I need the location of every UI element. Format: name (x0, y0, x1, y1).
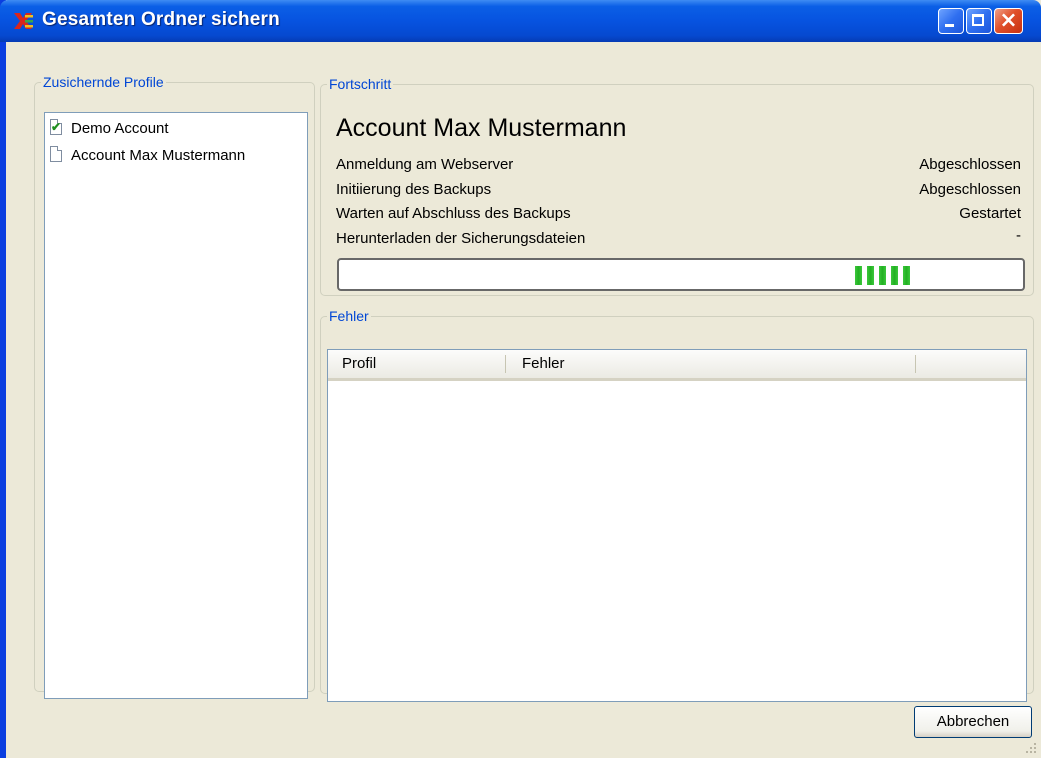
document-icon (49, 146, 65, 164)
progress-block (903, 266, 910, 285)
progress-block (855, 266, 862, 285)
step-status-init: Abgeschlossen (919, 181, 1021, 198)
list-item-label: Account Max Mustermann (71, 146, 246, 164)
close-icon: × (999, 8, 1018, 33)
progress-block (867, 266, 874, 285)
profiles-legend: Zusichernde Profile (43, 74, 164, 90)
step-status-wait: Gestartet (959, 205, 1021, 222)
window-title: Gesamten Ordner sichern (42, 9, 280, 30)
profiles-list[interactable]: ✔ Demo Account Account Max Mustermann (44, 112, 308, 699)
progress-group: Fortschritt Account Max Mustermann Anmel… (320, 76, 1034, 296)
step-label-download: Herunterladen der Sicherungsdateien (336, 230, 586, 247)
column-header-profil[interactable]: Profil (332, 350, 508, 378)
list-item-account-max-mustermann[interactable]: Account Max Mustermann (49, 145, 245, 165)
app-logo-icon (14, 13, 33, 29)
title-bar[interactable]: Gesamten Ordner sichern × (0, 0, 1041, 42)
current-account-title: Account Max Mustermann (336, 114, 627, 142)
errors-group: Fehler Profil Fehler (320, 308, 1034, 702)
column-header-fehler[interactable]: Fehler (512, 350, 912, 378)
backup-window: Gesamten Ordner sichern × Zusichernde Pr… (0, 0, 1041, 758)
step-status-download: - (1016, 227, 1021, 244)
table-header: Profil Fehler (328, 350, 1026, 381)
step-label-login: Anmeldung am Webserver (336, 156, 514, 173)
step-label-wait: Warten auf Abschluss des Backups (336, 205, 571, 222)
step-label-init: Initiierung des Backups (336, 181, 492, 198)
minimize-button[interactable] (938, 8, 964, 34)
progress-legend: Fortschritt (329, 76, 392, 92)
errors-table[interactable]: Profil Fehler (327, 349, 1027, 702)
profiles-group: Zusichernde Profile ✔ Demo Account Accou… (34, 74, 315, 699)
close-button[interactable]: × (994, 8, 1023, 34)
errors-legend: Fehler (329, 308, 369, 324)
column-divider[interactable] (915, 355, 916, 373)
column-divider[interactable] (505, 355, 506, 373)
cancel-button[interactable]: Abbrechen (914, 706, 1032, 738)
progress-block (891, 266, 898, 285)
progress-block (879, 266, 886, 285)
list-item-demo-account[interactable]: ✔ Demo Account (49, 118, 169, 138)
step-status-login: Abgeschlossen (919, 156, 1021, 173)
resize-grip-icon[interactable] (1025, 742, 1037, 754)
maximize-button[interactable] (966, 8, 992, 34)
progress-bar (337, 258, 1025, 291)
checked-document-icon: ✔ (50, 119, 62, 135)
list-item-label: Demo Account (71, 119, 169, 137)
